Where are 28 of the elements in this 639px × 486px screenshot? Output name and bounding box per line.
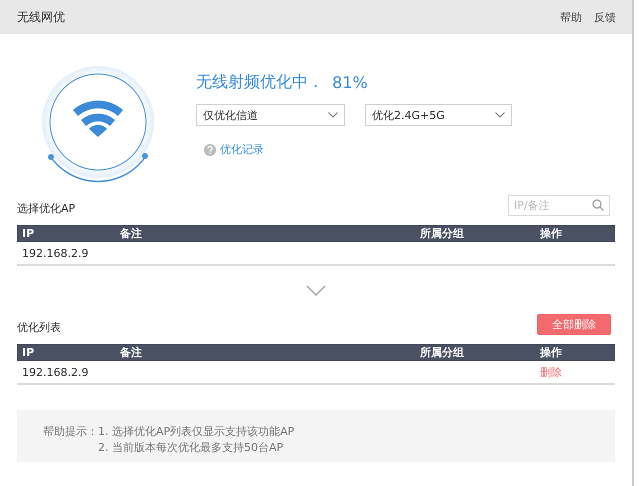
- chevron-down-icon: [328, 112, 338, 118]
- help-icon: [204, 144, 216, 156]
- dropdown[interactable]: 仅优化信道: [196, 104, 345, 126]
- header-link[interactable]: 反馈: [594, 10, 616, 24]
- column-header: IP: [22, 346, 36, 359]
- search-field[interactable]: IP/备注: [508, 195, 610, 216]
- section-title: 优化列表: [17, 320, 61, 335]
- header-link[interactable]: 帮助: [560, 10, 582, 24]
- column-header: 所属分组: [420, 345, 465, 360]
- column-header: IP: [22, 227, 36, 240]
- column-header: 操作: [540, 345, 563, 360]
- window-title: 无线网优: [17, 8, 65, 26]
- column-header: 操作: [540, 226, 563, 241]
- search-icon: [592, 199, 604, 211]
- dropdown[interactable]: 优化2.4G+5G: [365, 104, 512, 126]
- help-text: 2. 当前版本每次优化最多支持50台AP: [98, 440, 284, 455]
- table-cell-text: 192.168.2.9: [22, 366, 90, 378]
- table-cell-text: 192.168.2.9: [22, 246, 90, 260]
- help-label: 帮助提示：: [43, 424, 98, 440]
- column-header: 所属分组: [420, 226, 465, 241]
- help-text: 1. 选择优化AP列表仅显示支持该功能AP: [98, 424, 294, 439]
- column-header: 备注: [120, 345, 143, 360]
- chevron-down-icon: [306, 284, 326, 296]
- chevron-down-icon: [495, 112, 505, 118]
- status-text: 无线射频优化中 .: [196, 72, 318, 92]
- section-title: 选择优化AP: [17, 201, 76, 216]
- column-header: 备注: [120, 226, 143, 241]
- progress-percent: 81%: [332, 72, 368, 92]
